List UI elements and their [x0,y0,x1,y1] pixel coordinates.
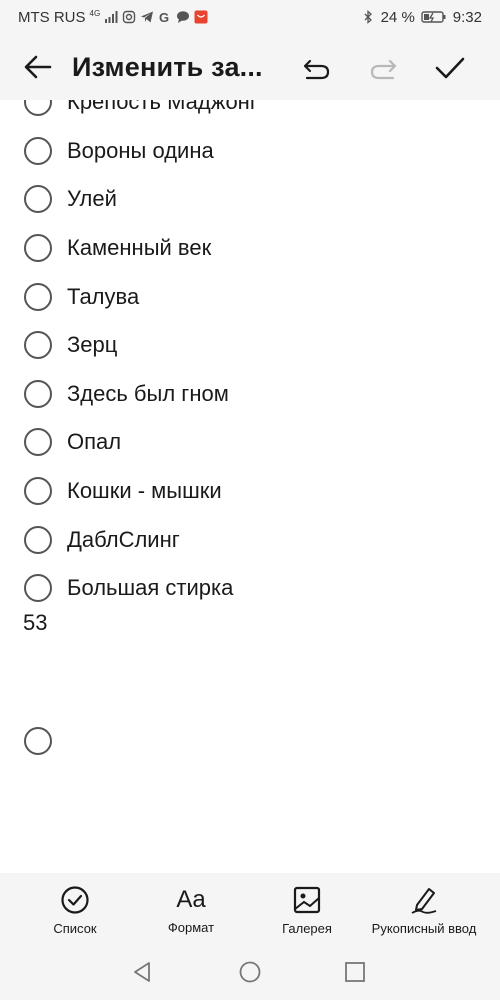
checklist-item[interactable]: Здесь был гном [0,370,500,419]
network-type: 4G [89,9,101,18]
checklist-item[interactable]: Кошки - мышки [0,467,500,516]
undo-icon[interactable] [300,52,332,84]
checklist-icon [61,886,89,914]
nav-home-icon[interactable] [239,961,261,983]
back-arrow-icon[interactable] [22,51,54,83]
checklist-item[interactable]: Крепость Маджонг [0,100,500,127]
format-icon: Aa [176,886,206,913]
bluetooth-icon [364,10,372,24]
shopping-app-icon [194,10,208,24]
checklist-item-label[interactable]: Опал [67,429,121,455]
battery-percent: 24 % [380,8,415,26]
checklist-checkbox[interactable] [24,331,52,360]
bottom-toolbar: Список Aa Формат Галерея Рукописный ввод [0,873,500,945]
checklist-checkbox[interactable] [24,477,52,506]
checklist-item-label[interactable]: Каменный век [67,235,211,261]
checklist-item[interactable]: Зерц [0,321,500,370]
telegram-icon [141,11,154,23]
note-text[interactable]: 53 [23,610,47,636]
checklist-checkbox[interactable] [24,574,52,603]
checklist-checkbox[interactable] [24,525,52,554]
checklist-item-label[interactable]: Талува [67,284,139,310]
checklist-item-label[interactable]: Крепость Маджонг [67,100,258,115]
handwriting-label: Рукописный ввод [371,921,477,936]
checklist-item-label[interactable]: Вороны одина [67,138,214,164]
checklist-item-label[interactable]: Здесь был гном [67,381,229,407]
checklist-checkbox[interactable] [24,185,52,214]
checklist-item[interactable]: Улей [0,175,500,224]
carrier-name: MTS RUS [18,8,86,26]
navigation-bar [0,945,500,1000]
instagram-icon [122,10,136,24]
checklist-item[interactable]: Каменный век [0,224,500,273]
gallery-button[interactable]: Галерея [272,873,342,945]
checklist-item-label[interactable]: Зерц [67,332,117,358]
redo-icon[interactable] [368,52,400,84]
handwriting-button[interactable]: Рукописный ввод [366,873,482,945]
checklist-item[interactable]: ДаблСлинг [0,515,500,564]
checklist-item-label[interactable]: Улей [67,186,117,212]
checkmark-icon[interactable] [432,50,468,86]
checklist-checkbox[interactable] [24,379,52,408]
gallery-label: Галерея [282,921,332,936]
format-label: Формат [167,920,215,935]
checklist-item[interactable]: Вороны одина [0,127,500,176]
checklist-checkbox[interactable] [24,100,52,117]
checklist-item[interactable]: Талува [0,272,500,321]
signal-icon [105,11,118,23]
checklist-item[interactable]: Опал [0,418,500,467]
list-label: Список [53,921,97,936]
page-title: Изменить за... [72,52,263,82]
image-icon [293,886,321,914]
battery-icon [421,11,446,23]
nav-back-icon[interactable] [131,961,153,983]
checklist: Крепость Маджонг Вороны одина Улей Каменный… [0,100,500,613]
checklist-item-label[interactable]: Большая стирка [67,575,233,601]
status-bar: MTS RUS 4G G 24 % 9:32 [0,0,500,34]
checklist-item-label[interactable]: Кошки - мышки [67,478,222,504]
status-left: MTS RUS 4G G [18,9,208,26]
svg-text:G: G [159,10,169,24]
checklist-checkbox[interactable] [24,282,52,311]
google-icon: G [159,10,169,24]
checklist-item-label[interactable]: ДаблСлинг [67,527,180,553]
checklist-checkbox[interactable] [24,234,52,263]
note-content[interactable]: Крепость Маджонг Вороны одина Улей Каменный… [0,100,500,873]
app-bar: Изменить за... [0,34,500,100]
nav-recent-apps-icon[interactable] [345,962,365,982]
pen-icon [411,888,437,914]
format-button[interactable]: Aa Формат [156,873,226,945]
screen: MTS RUS 4G G 24 % 9:32 Изменить за... Кр… [0,0,500,1000]
checklist-checkbox[interactable] [24,136,52,165]
checklist-checkbox[interactable] [24,428,52,457]
status-right: 24 % 9:32 [361,9,482,26]
chat-bubble-icon [177,11,190,23]
empty-checkbox[interactable] [24,727,52,755]
checklist-item[interactable]: Большая стирка [0,564,500,613]
clock: 9:32 [452,8,482,26]
list-button[interactable]: Список [40,873,110,945]
